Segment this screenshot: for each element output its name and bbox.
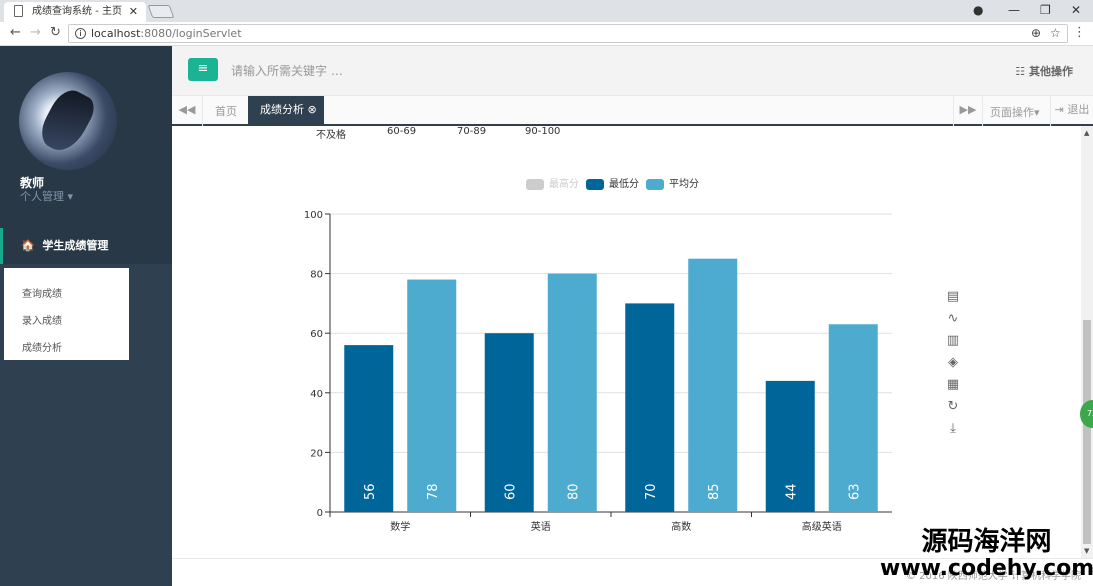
line-chart-icon[interactable]: ∿ [945, 311, 961, 333]
y-tick-label: 80 [310, 270, 323, 281]
bar-chart: 0 20 40 60 80 100 数学 56 78 英语 60 80 高数 70 85 高级英语 44 63 [304, 210, 892, 533]
url-text: localhost:8080/loginServlet [91, 27, 242, 40]
y-tick-label: 0 [317, 508, 323, 519]
address-bar-row: ← → ↻ i localhost:8080/loginServlet ⊕ ☆ … [0, 22, 1093, 46]
info-icon[interactable]: i [75, 28, 86, 39]
page-tabs: ◀◀ 首页 成绩分析 ⊗ ▶▶ 页面操作▾ ⇥ 退出 [172, 96, 1093, 126]
tab-home[interactable]: 首页 [215, 103, 237, 119]
bar [625, 303, 675, 512]
x-tick-label: 数学 [390, 520, 410, 533]
top-navbar: ≡ 请输入所需关键字 … ☷ 其他操作 [172, 46, 1093, 96]
profile-icon[interactable]: ● [973, 3, 983, 17]
submenu-item-query[interactable]: 查询成绩 [22, 285, 62, 300]
content-area: 不及格 60-69 70-89 90-100 最高分 最低分 平均分 0 20 40… [172, 126, 1080, 558]
close-tab-icon[interactable]: ✕ [129, 2, 138, 21]
bar [407, 279, 457, 512]
bar [688, 258, 738, 512]
profile-panel: 教师 个人管理 ▾ [0, 46, 172, 228]
stack-icon[interactable]: ◈ [945, 355, 961, 377]
sidebar: 教师 个人管理 ▾ 🏠 学生成绩管理 查询成绩 录入成绩 成绩分析 [0, 46, 172, 586]
bar-value-label: 44 [784, 483, 799, 500]
bar-chart-icon[interactable]: ▥ [945, 333, 961, 355]
browser-menu-icon[interactable]: ⋮ [1073, 25, 1086, 40]
y-tick-label: 60 [310, 329, 323, 340]
tab-grade-analysis[interactable]: 成绩分析 ⊗ [248, 96, 324, 126]
reload-icon[interactable]: ↻ [50, 25, 61, 40]
vertical-scrollbar[interactable]: ▲ ▼ [1081, 126, 1093, 558]
logout-label: 退出 [1067, 103, 1090, 116]
chart-toolbox: ▤ ∿ ▥ ◈ ▦ ↻ ⤓ [945, 289, 961, 443]
forward-icon[interactable]: → [30, 25, 41, 40]
other-ops-button[interactable]: ☷ 其他操作 [1015, 63, 1073, 79]
bar-value-label: 70 [644, 483, 659, 500]
scroll-up-icon[interactable]: ▲ [1084, 129, 1089, 137]
page-icon [14, 5, 23, 17]
maximize-icon[interactable]: ❐ [1040, 3, 1051, 17]
logout-button[interactable]: ⇥ 退出 [1050, 96, 1093, 126]
zoom-icon[interactable]: ⊕ [1031, 26, 1041, 40]
submenu: 查询成绩 录入成绩 成绩分析 [4, 268, 129, 360]
menu-toggle-button[interactable]: ≡ [188, 58, 218, 81]
bar-value-label: 63 [847, 483, 862, 500]
x-tick-label: 高数 [671, 520, 691, 533]
minimize-icon[interactable]: — [1008, 3, 1020, 17]
restore-icon[interactable]: ↻ [945, 399, 961, 421]
browser-tab-title: 成绩查询系统 - 主页 [32, 6, 122, 17]
scrollbar-thumb[interactable] [1083, 320, 1091, 544]
submenu-item-analysis[interactable]: 成绩分析 [22, 339, 62, 354]
submenu-item-entry[interactable]: 录入成绩 [22, 312, 62, 327]
url-field[interactable]: i localhost:8080/loginServlet ⊕ ☆ [68, 24, 1068, 43]
tab-grade-analysis-label: 成绩分析 [260, 103, 304, 116]
page-ops-dropdown[interactable]: 页面操作▾ [990, 104, 1040, 120]
watermark-line2: www.codehy.com [880, 556, 1093, 581]
home-icon: 🏠 [21, 239, 35, 252]
bar-value-label: 78 [426, 483, 441, 500]
menu-student-grades-label: 学生成绩管理 [42, 239, 109, 252]
search-input[interactable]: 请输入所需关键字 … [231, 62, 343, 79]
tabs-scroll-left-icon[interactable]: ◀◀ [172, 96, 203, 126]
bar [547, 273, 597, 512]
watermark-line1: 源码海洋网 [921, 527, 1052, 557]
bar-value-label: 60 [503, 483, 518, 500]
x-tick-label: 高级英语 [802, 520, 842, 533]
avatar [19, 72, 117, 170]
browser-tab-strip: 成绩查询系统 - 主页 ✕ ● — ❐ ✕ [0, 0, 1093, 22]
close-tab-icon[interactable]: ⊗ [308, 103, 317, 116]
page-ops-label: 页面操作 [990, 106, 1034, 119]
bar-value-label: 56 [363, 483, 378, 500]
x-tick-label: 英语 [531, 520, 551, 533]
save-image-icon[interactable]: ⤓ [945, 421, 961, 443]
browser-tab[interactable]: 成绩查询系统 - 主页 ✕ [4, 2, 146, 22]
bar-value-label: 85 [707, 483, 722, 500]
window-close-icon[interactable]: ✕ [1071, 3, 1081, 17]
data-view-icon[interactable]: ▤ [945, 289, 961, 311]
tiled-icon[interactable]: ▦ [945, 377, 961, 399]
user-menu-toggle[interactable]: 个人管理 ▾ [20, 188, 73, 204]
y-tick-label: 20 [310, 448, 323, 459]
tabs-scroll-right-icon[interactable]: ▶▶ [953, 96, 983, 126]
back-icon[interactable]: ← [10, 25, 21, 40]
y-tick-label: 100 [304, 210, 323, 221]
menu-student-grades[interactable]: 🏠 学生成绩管理 [0, 228, 172, 264]
bookmark-star-icon[interactable]: ☆ [1050, 26, 1061, 40]
y-tick-label: 40 [310, 389, 323, 400]
bar-value-label: 80 [566, 483, 581, 500]
watermark: 源码海洋网 www.codehy.com [880, 527, 1093, 581]
other-ops-label: 其他操作 [1029, 65, 1073, 78]
new-tab-button[interactable] [147, 5, 175, 18]
